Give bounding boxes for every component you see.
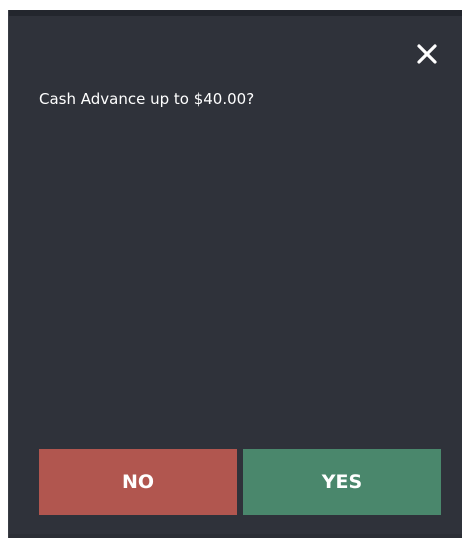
screen: Cash Advance up to $40.00? NO YES xyxy=(0,0,462,538)
yes-button[interactable]: YES xyxy=(243,449,441,515)
close-icon xyxy=(416,43,438,65)
dialog-message: Cash Advance up to $40.00? xyxy=(39,90,255,108)
dialog-top-border xyxy=(9,10,462,16)
no-button[interactable]: NO xyxy=(39,449,237,515)
cash-advance-dialog: Cash Advance up to $40.00? NO YES xyxy=(8,10,462,538)
close-button[interactable] xyxy=(411,38,443,70)
dialog-bottom-border xyxy=(9,534,462,538)
